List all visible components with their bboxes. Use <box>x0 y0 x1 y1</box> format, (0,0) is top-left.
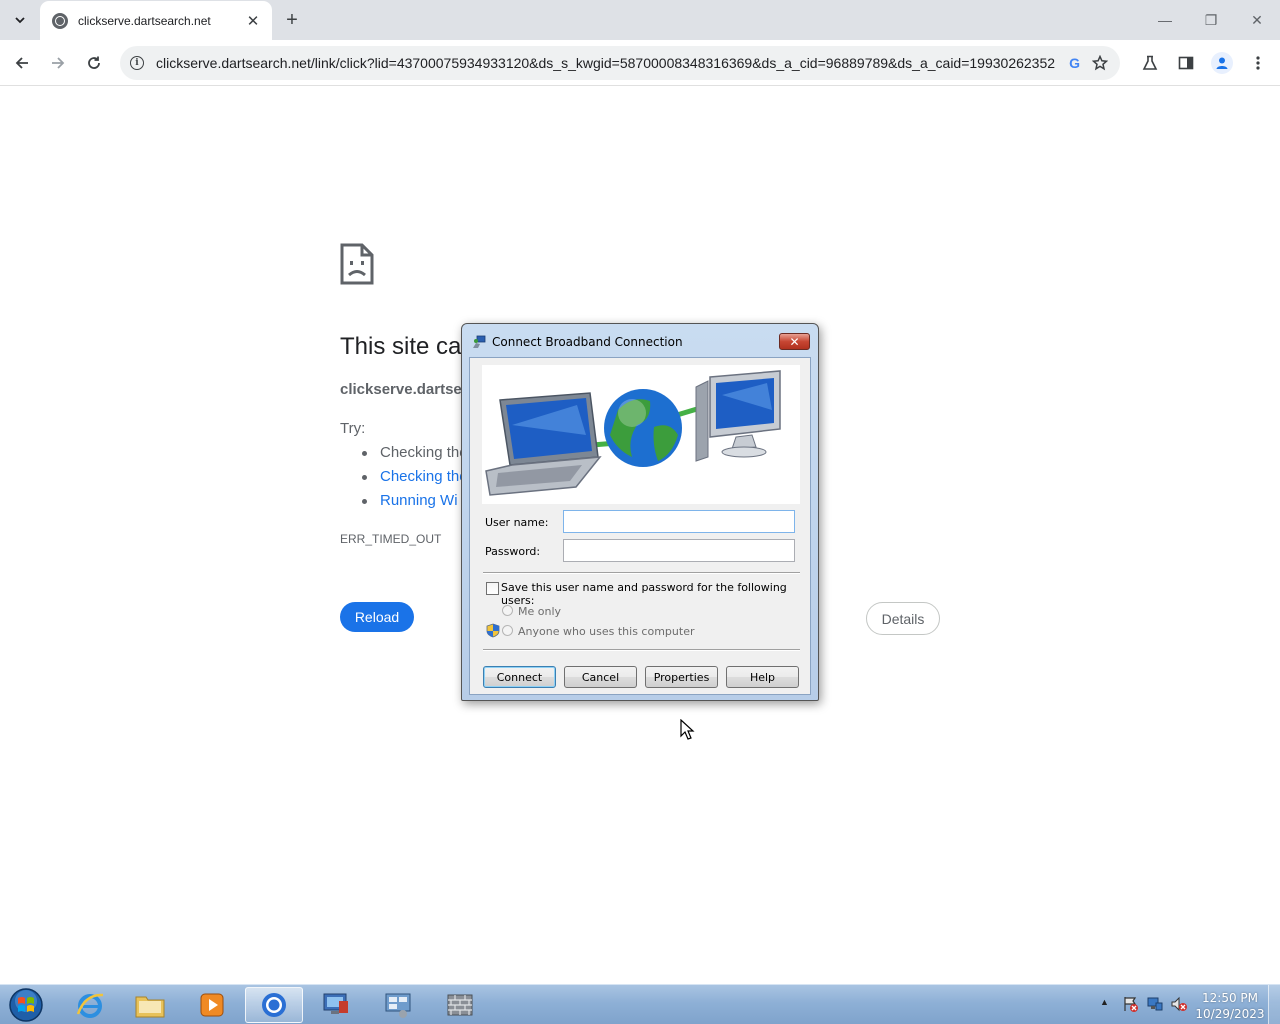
tab-search-button[interactable] <box>6 6 34 34</box>
internet-explorer-icon <box>76 993 104 1018</box>
chrome-icon <box>262 993 286 1017</box>
password-field[interactable] <box>563 539 795 562</box>
window-close-button[interactable]: ✕ <box>1242 8 1272 32</box>
network-connection-icon <box>473 335 486 348</box>
taskbar-internet-explorer[interactable] <box>61 987 119 1023</box>
media-player-icon <box>200 993 224 1017</box>
browser-toolbar: i clickserve.dartsearch.net/link/click?l… <box>0 40 1280 86</box>
tab-title: clickserve.dartsearch.net <box>78 13 211 28</box>
site-info-icon[interactable]: i <box>130 56 144 70</box>
taskbar-chrome[interactable] <box>245 987 303 1023</box>
radio-anyone-label[interactable]: Anyone who uses this computer <box>518 625 694 638</box>
minimize-button[interactable]: — <box>1150 8 1180 32</box>
clock-date: 10/29/2023 <box>1195 1007 1265 1021</box>
connect-dialog: Connect Broadband Connection ✕ User name… <box>461 323 819 701</box>
side-panel-icon[interactable] <box>1175 52 1197 74</box>
volume-muted-icon[interactable] <box>1170 995 1188 1013</box>
clock-time: 12:50 PM <box>1202 991 1258 1005</box>
chevron-down-icon <box>15 17 25 24</box>
folder-icon <box>135 996 165 1018</box>
cancel-button[interactable]: Cancel <box>564 666 637 688</box>
taskbar-remote-desktop[interactable] <box>307 987 365 1023</box>
arrow-left-icon <box>15 57 28 69</box>
username-field[interactable] <box>563 510 795 533</box>
computer-icon <box>323 993 348 1014</box>
dialog-title: Connect Broadband Connection <box>492 335 683 349</box>
labs-flask-icon[interactable] <box>1139 52 1161 74</box>
taskbar-file-explorer[interactable] <box>121 987 179 1023</box>
dialog-body: User name: Password: Save this user name… <box>469 357 811 695</box>
divider <box>483 649 800 651</box>
details-button[interactable]: Details <box>866 602 940 635</box>
reload-button[interactable]: Reload <box>340 602 414 632</box>
arrow-right-icon <box>52 57 65 69</box>
refresh-icon <box>88 56 100 69</box>
forward-button[interactable] <box>43 48 73 78</box>
show-desktop-button[interactable] <box>1268 985 1280 1024</box>
divider <box>483 572 800 574</box>
suggestion-list: Checking the Checking the Running Wi <box>362 444 468 516</box>
network-illustration <box>485 370 781 496</box>
network-banner-image <box>482 365 800 504</box>
try-label: Try: <box>340 420 366 437</box>
globe-icon <box>52 12 68 29</box>
taskbar-firewall[interactable] <box>431 987 489 1023</box>
network-status-icon[interactable] <box>1146 995 1164 1013</box>
tray-expand-button[interactable]: ▲ <box>1100 997 1109 1007</box>
sad-page-icon <box>340 243 374 285</box>
bookmark-star-icon[interactable] <box>1092 55 1108 71</box>
radio-me-only-label[interactable]: Me only <box>518 605 561 618</box>
firewall-icon <box>447 994 473 1016</box>
error-title: This site ca <box>340 333 462 360</box>
radio-me-only[interactable] <box>502 605 513 616</box>
username-label: User name: <box>485 516 549 529</box>
suggestion-link[interactable]: Running Wi <box>362 492 468 516</box>
error-host: clickserve.dartsea <box>340 381 471 398</box>
action-center-flag-icon[interactable] <box>1122 995 1140 1013</box>
network-settings-icon <box>385 993 411 1018</box>
connect-button[interactable]: Connect <box>483 666 556 688</box>
error-code: ERR_TIMED_OUT <box>340 532 442 546</box>
back-button[interactable] <box>7 48 37 78</box>
password-label: Password: <box>485 545 541 558</box>
reload-page-button[interactable] <box>79 48 109 78</box>
dialog-titlebar[interactable]: Connect Broadband Connection ✕ <box>462 324 818 358</box>
properties-button[interactable]: Properties <box>645 666 718 688</box>
save-credentials-label[interactable]: Save this user name and password for the… <box>501 581 810 607</box>
suggestion-link[interactable]: Checking the <box>362 468 468 492</box>
browser-tab[interactable]: clickserve.dartsearch.net ✕ <box>40 1 272 40</box>
dialog-close-button[interactable]: ✕ <box>779 333 810 350</box>
taskbar: ▲ 12:50 PM 10/29/2023 <box>0 984 1280 1024</box>
google-lens-icon[interactable]: G <box>1069 55 1080 71</box>
suggestion-item: Checking the <box>362 444 468 468</box>
url-text[interactable]: clickserve.dartsearch.net/link/click?lid… <box>156 55 1055 71</box>
address-bar[interactable]: i clickserve.dartsearch.net/link/click?l… <box>120 46 1120 80</box>
taskbar-clock[interactable]: 12:50 PM 10/29/2023 <box>1194 990 1266 1022</box>
profile-avatar-icon[interactable] <box>1211 52 1233 74</box>
mouse-cursor-icon <box>680 719 695 740</box>
help-button[interactable]: Help <box>726 666 799 688</box>
tab-strip: clickserve.dartsearch.net ✕ + — ❐ ✕ <box>0 0 1280 40</box>
new-tab-button[interactable]: + <box>280 8 304 32</box>
tab-close-button[interactable]: ✕ <box>244 12 262 30</box>
save-credentials-checkbox[interactable] <box>486 582 499 595</box>
more-menu-icon[interactable] <box>1247 52 1269 74</box>
start-button-icon[interactable] <box>6 987 46 1023</box>
taskbar-control-panel[interactable] <box>369 987 427 1023</box>
radio-anyone[interactable] <box>502 625 513 636</box>
restore-button[interactable]: ❐ <box>1196 8 1226 32</box>
uac-shield-icon <box>486 623 500 638</box>
taskbar-media-player[interactable] <box>183 987 241 1023</box>
